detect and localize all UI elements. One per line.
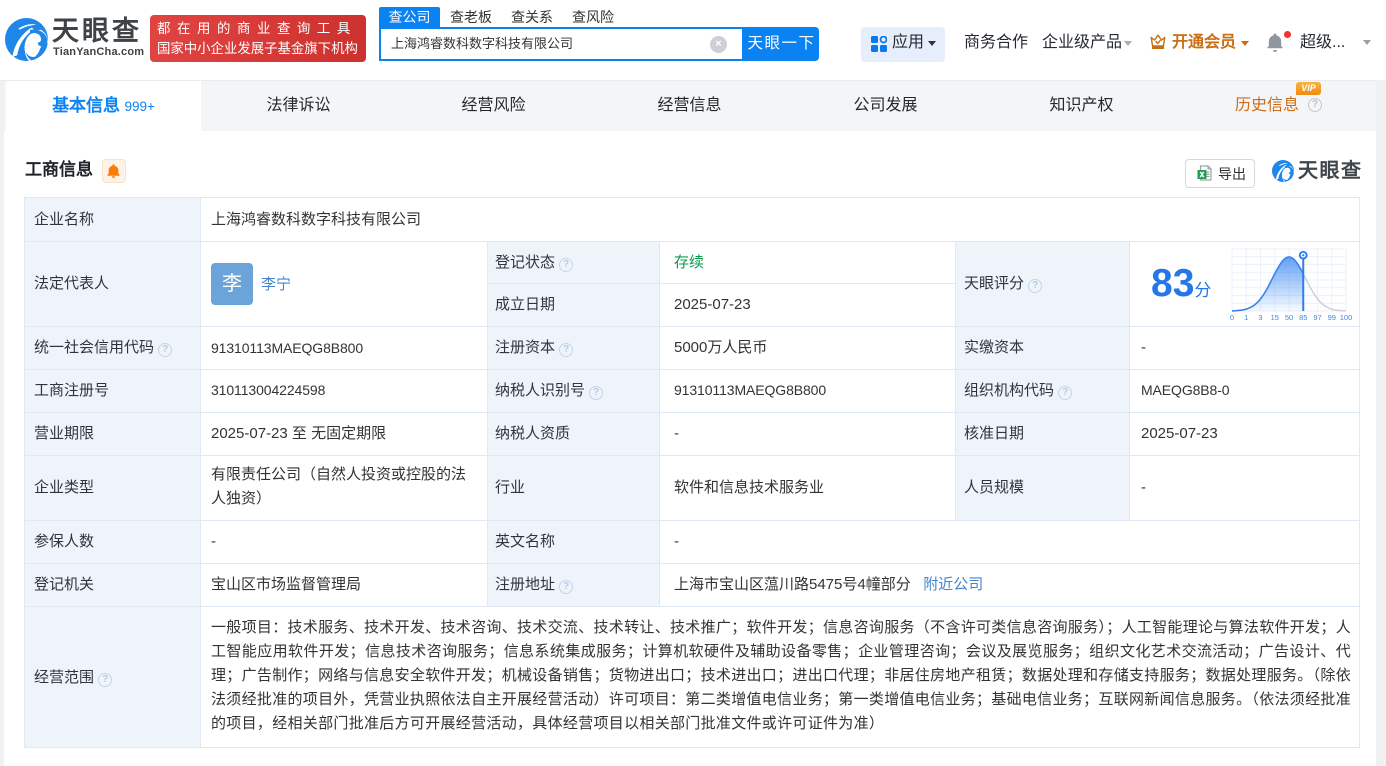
svg-text:85: 85 bbox=[1299, 313, 1307, 322]
svg-text:0: 0 bbox=[1230, 313, 1234, 322]
svg-text:99: 99 bbox=[1328, 313, 1336, 322]
svg-text:100: 100 bbox=[1340, 313, 1353, 322]
svg-text:1: 1 bbox=[1244, 313, 1248, 322]
svg-text:50: 50 bbox=[1285, 313, 1293, 322]
svg-text:97: 97 bbox=[1313, 313, 1321, 322]
svg-text:3: 3 bbox=[1258, 313, 1262, 322]
svg-text:15: 15 bbox=[1271, 313, 1279, 322]
